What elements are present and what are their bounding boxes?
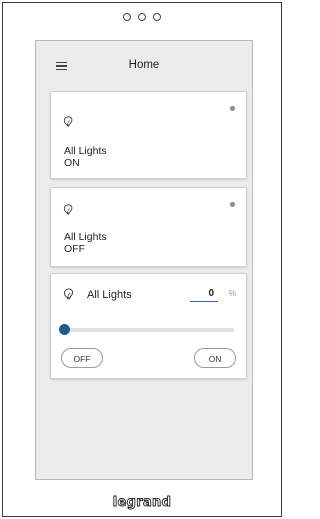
on-button[interactable]: ON bbox=[194, 348, 236, 368]
app-screen: Home All Lights ON All Lights OFF All Li… bbox=[35, 40, 253, 480]
card-title: All Lights bbox=[64, 145, 107, 157]
legrand-logo: legrand bbox=[112, 495, 171, 511]
all-lights-off-card[interactable]: All Lights OFF bbox=[50, 187, 247, 267]
level-input[interactable]: 0 bbox=[190, 286, 218, 302]
card-label: All Lights ON bbox=[64, 145, 107, 169]
off-button[interactable]: OFF bbox=[61, 348, 103, 368]
camera-dots bbox=[3, 13, 281, 23]
light-bulb-icon bbox=[63, 116, 73, 127]
camera-dot-icon bbox=[123, 13, 132, 21]
card-state: ON bbox=[64, 157, 80, 169]
camera-dot-icon bbox=[152, 13, 161, 21]
card-label: All Lights OFF bbox=[64, 231, 107, 255]
level-unit: % bbox=[228, 288, 236, 298]
camera-dot-icon bbox=[138, 13, 146, 21]
page-title: Home bbox=[128, 59, 160, 71]
level-slider-thumb[interactable] bbox=[59, 324, 70, 335]
level-slider-track[interactable] bbox=[65, 328, 234, 332]
hamburger-menu-icon[interactable] bbox=[56, 62, 67, 71]
light-bulb-icon bbox=[64, 288, 74, 300]
light-bulb-icon bbox=[63, 204, 73, 215]
status-dot-icon bbox=[230, 106, 235, 111]
all-lights-on-card[interactable]: All Lights ON bbox=[50, 91, 247, 179]
brand-logo: legrand bbox=[3, 492, 281, 517]
card-state: OFF bbox=[64, 243, 85, 255]
status-dot-icon bbox=[230, 202, 235, 207]
svg-text:legrand: legrand bbox=[113, 495, 171, 510]
all-lights-dimmer-card: All Lights 0 % OFF ON bbox=[50, 273, 247, 379]
device-frame: Home All Lights ON All Lights OFF All Li… bbox=[2, 2, 282, 517]
top-bar: Home bbox=[36, 41, 252, 89]
card-title: All Lights bbox=[64, 231, 107, 243]
dimmer-label: All Lights bbox=[87, 289, 132, 301]
